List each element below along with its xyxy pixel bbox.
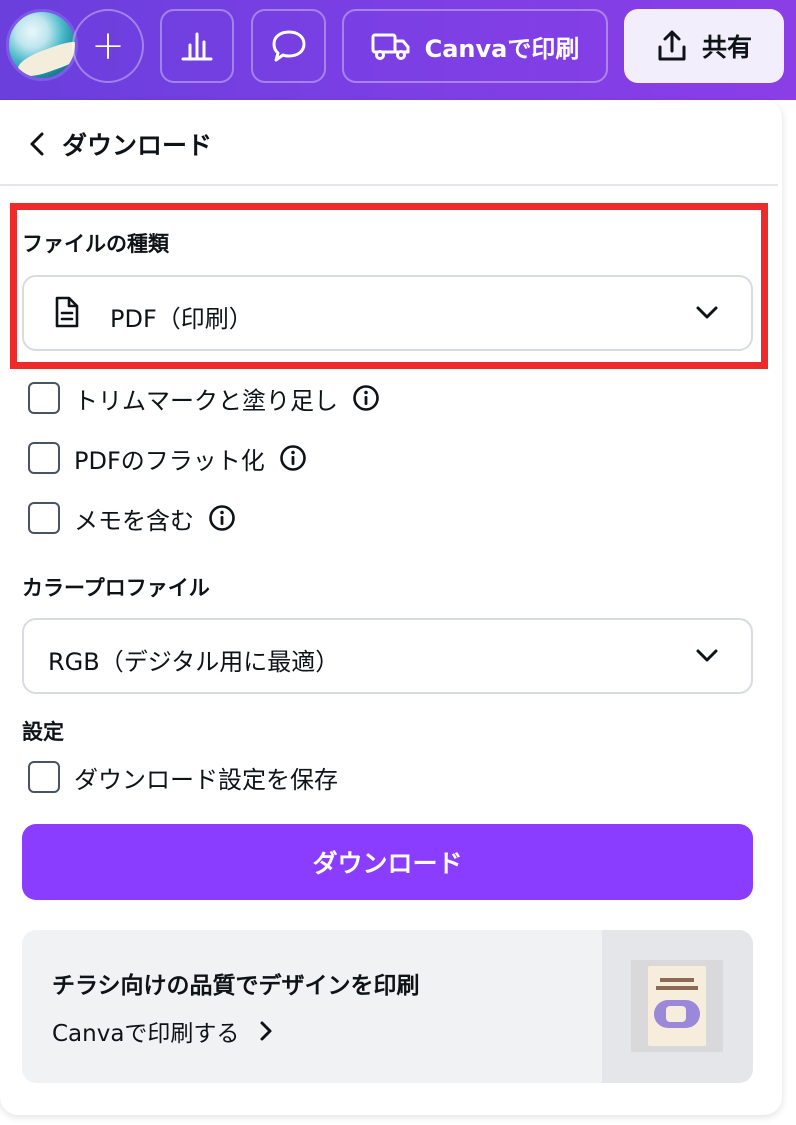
promo-link-label: Canvaで印刷する: [52, 1021, 240, 1047]
settings-label: 設定: [22, 720, 64, 744]
option-include-notes[interactable]: メモを含む: [28, 498, 236, 538]
download-button[interactable]: ダウンロード: [22, 824, 753, 900]
option-label: ダウンロード設定を保存: [74, 765, 338, 794]
chevron-down-icon: [696, 649, 718, 662]
panel-title: ダウンロード: [62, 131, 213, 160]
option-label: メモを含む: [74, 506, 194, 535]
promo-title: チラシ向けの品質でデザインを印刷: [52, 973, 420, 999]
flyer-thumbnail: [631, 960, 723, 1052]
info-icon[interactable]: [208, 504, 236, 532]
print-button-label: Canvaで印刷: [424, 34, 580, 63]
option-label: トリムマークと塗り足し: [74, 386, 338, 415]
option-label: PDFのフラット化: [74, 446, 265, 475]
checkbox[interactable]: [28, 382, 60, 414]
comment-button[interactable]: [251, 9, 326, 83]
insights-button[interactable]: [160, 9, 234, 83]
option-flatten-pdf[interactable]: PDFのフラット化: [28, 438, 307, 478]
truck-icon: [371, 33, 410, 60]
checkbox[interactable]: [28, 761, 60, 793]
color-profile-select[interactable]: RGB（デジタル用に最適）: [22, 618, 753, 694]
color-profile-label: カラープロファイル: [22, 576, 210, 600]
share-button[interactable]: 共有: [624, 9, 784, 83]
plus-icon: +: [91, 23, 125, 69]
panel-header: ダウンロード: [0, 100, 778, 186]
highlight-box: [10, 203, 768, 369]
chevron-right-icon: [260, 1021, 272, 1041]
bar-chart-icon: [181, 32, 213, 61]
back-chevron-icon[interactable]: [26, 130, 50, 158]
promo-link[interactable]: Canvaで印刷する: [52, 1014, 273, 1048]
info-icon[interactable]: [352, 384, 380, 412]
add-collaborator-button[interactable]: +: [72, 9, 144, 83]
download-panel: ダウンロード ファイルの種類 PDF（印刷） トリムマークと塗り足し PDFのフ…: [0, 100, 782, 1115]
print-with-canva-button[interactable]: Canvaで印刷: [342, 9, 608, 83]
checkbox[interactable]: [28, 502, 60, 534]
info-icon[interactable]: [279, 444, 307, 472]
share-button-label: 共有: [701, 33, 752, 62]
checkbox[interactable]: [28, 442, 60, 474]
flyer-image: [648, 966, 706, 1046]
option-trim-marks[interactable]: トリムマークと塗り足し: [28, 378, 380, 418]
color-profile-value: RGB（デジタル用に最適）: [48, 648, 340, 676]
top-toolbar: + Canvaで印刷 共有: [0, 0, 796, 100]
promo-thumbnail-area: [602, 930, 753, 1083]
share-upload-icon: [658, 30, 686, 61]
print-promo-card[interactable]: チラシ向けの品質でデザインを印刷 Canvaで印刷する: [22, 930, 753, 1083]
user-avatar[interactable]: [6, 9, 78, 81]
option-save-download-settings[interactable]: ダウンロード設定を保存: [28, 757, 338, 797]
comment-icon: [272, 30, 305, 62]
